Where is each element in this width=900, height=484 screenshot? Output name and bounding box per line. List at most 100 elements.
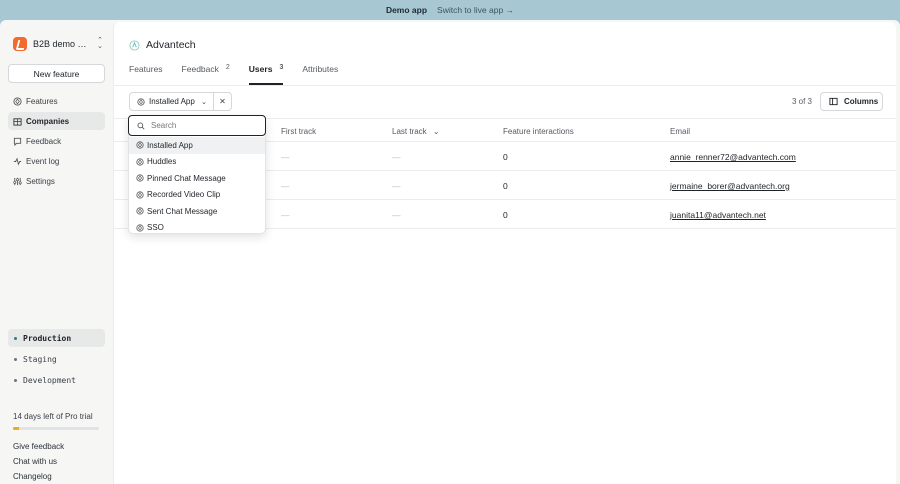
dropdown-options: Installed App Huddles Pinned Chat Messag… <box>129 137 265 236</box>
tab-label: Attributes <box>302 64 339 74</box>
sidebar-item-settings[interactable]: Settings <box>8 172 105 190</box>
sidebar-item-feedback[interactable]: Feedback <box>8 132 105 150</box>
feedback-icon <box>13 137 22 146</box>
cell-first-track: — <box>281 152 290 162</box>
cell-interactions: 0 <box>503 210 508 220</box>
settings-icon <box>13 177 22 185</box>
tab-bar: Features Feedback 2 Users 3 Attributes <box>129 64 357 85</box>
tab-label: Users <box>248 64 273 74</box>
cell-first-track: — <box>281 210 290 220</box>
tab-divider <box>114 85 896 86</box>
tab-label: Feedback <box>181 64 219 74</box>
tab-features[interactable]: Features <box>129 64 163 85</box>
cell-email[interactable]: juanita11@advantech.net <box>670 210 766 220</box>
changelog-link[interactable]: Changelog <box>13 472 64 481</box>
columns-button[interactable]: Columns <box>820 92 883 111</box>
trial-progress-fill <box>13 427 20 430</box>
sidebar-item-label: Companies <box>26 116 70 126</box>
option-sso[interactable]: SSO <box>129 220 265 237</box>
th-feature-interactions[interactable]: Feature interactions <box>503 127 574 136</box>
cell-last-track: — <box>392 181 401 191</box>
option-label: Huddles <box>147 157 177 167</box>
chevron-down-icon: ⌄ <box>201 98 207 106</box>
tab-label: Features <box>129 64 163 74</box>
clear-filter-button[interactable]: ✕ <box>213 92 232 111</box>
give-feedback-link[interactable]: Give feedback <box>13 442 64 451</box>
feature-icon <box>136 191 144 199</box>
option-recorded-video-clip[interactable]: Recorded Video Clip <box>129 187 265 204</box>
env-label: Production <box>23 333 72 343</box>
cell-email[interactable]: annie_renner72@advantech.com <box>670 152 796 162</box>
sidebar-item-companies[interactable]: Companies <box>8 112 105 130</box>
feature-icon <box>136 158 144 166</box>
option-sent-chat-message[interactable]: Sent Chat Message <box>129 203 265 220</box>
demo-banner: Demo app Switch to live app → <box>0 0 900 20</box>
option-label: Installed App <box>147 140 193 150</box>
cell-last-track: — <box>392 210 401 220</box>
sidebar-item-label: Event log <box>26 156 60 166</box>
env-development[interactable]: Development <box>8 371 105 389</box>
th-first-track[interactable]: First track <box>281 127 316 136</box>
app-frame: B2B demo app ⌃ ⌄ New feature Features Com… <box>0 20 900 484</box>
sidebar-item-label: Features <box>26 96 58 106</box>
columns-label: Columns <box>844 97 879 106</box>
company-logo-icon <box>129 39 140 51</box>
option-huddles[interactable]: Huddles <box>129 154 265 171</box>
tab-count-badge: 2 <box>225 64 230 71</box>
feature-icon <box>136 224 144 232</box>
sidebar-nav: Features Companies Feedback Event log Se… <box>8 92 105 192</box>
feature-icon <box>136 141 144 149</box>
switch-to-live-link[interactable]: Switch to live app → <box>437 5 514 15</box>
org-switcher[interactable]: B2B demo app ⌃ ⌄ <box>13 37 103 51</box>
features-icon <box>13 96 22 106</box>
option-pinned-chat-message[interactable]: Pinned Chat Message <box>129 170 265 187</box>
demo-app-label: Demo app <box>385 5 428 15</box>
feature-icon <box>136 174 144 182</box>
option-label: Sent Chat Message <box>147 206 218 216</box>
sidebar-item-features[interactable]: Features <box>8 92 105 110</box>
cell-first-track: — <box>281 181 290 191</box>
result-count: 3 of 3 <box>791 97 812 106</box>
chevron-up-down-icon: ⌃ ⌄ <box>97 37 103 50</box>
sidebar-item-label: Settings <box>26 176 55 186</box>
option-label: SSO <box>147 223 164 233</box>
close-icon: ✕ <box>219 97 226 106</box>
tab-count-badge: 3 <box>279 64 284 71</box>
main-panel: Advantech Features Feedback 2 Users 3 At… <box>113 22 896 484</box>
environment-list: Production Staging Development <box>8 329 105 392</box>
feature-filter-button[interactable]: Installed App ⌄ <box>129 92 214 111</box>
tab-attributes[interactable]: Attributes <box>302 64 338 85</box>
search-input[interactable] <box>151 121 251 130</box>
event-log-icon <box>13 157 22 165</box>
option-label: Recorded Video Clip <box>147 190 221 200</box>
th-last-track-label: Last track <box>392 127 427 136</box>
table-toolbar: Installed App ⌄ ✕ 3 of 3 Columns <box>129 92 883 111</box>
new-feature-button[interactable]: New feature <box>8 64 105 83</box>
trial-progress-bar <box>13 427 99 430</box>
org-logo-icon <box>13 37 27 51</box>
companies-icon <box>13 117 22 126</box>
feature-icon <box>137 97 145 106</box>
option-label: Pinned Chat Message <box>147 173 226 183</box>
sidebar-item-label: Feedback <box>26 136 62 146</box>
th-email[interactable]: Email <box>670 127 690 136</box>
env-label: Development <box>23 375 76 385</box>
filter-label: Installed App <box>149 97 195 106</box>
env-production[interactable]: Production <box>8 329 105 347</box>
columns-icon <box>829 97 838 106</box>
dropdown-search <box>128 115 266 136</box>
option-installed-app[interactable]: Installed App <box>129 137 265 154</box>
sort-desc-icon: ⌄ <box>432 127 440 136</box>
company-header: Advantech <box>129 38 196 52</box>
feature-filter-dropdown: Installed App Huddles Pinned Chat Messag… <box>128 115 266 234</box>
chat-with-us-link[interactable]: Chat with us <box>13 457 64 466</box>
sidebar-item-event-log[interactable]: Event log <box>8 152 105 170</box>
cell-email[interactable]: jermaine_borer@advantech.org <box>670 181 790 191</box>
tab-feedback[interactable]: Feedback 2 <box>182 64 230 85</box>
th-last-track[interactable]: Last track ⌄ <box>392 127 440 136</box>
feature-icon <box>136 207 144 215</box>
env-dot-icon <box>14 336 17 340</box>
tab-users[interactable]: Users 3 <box>248 64 284 85</box>
cell-last-track: — <box>392 152 401 162</box>
env-staging[interactable]: Staging <box>8 350 105 368</box>
